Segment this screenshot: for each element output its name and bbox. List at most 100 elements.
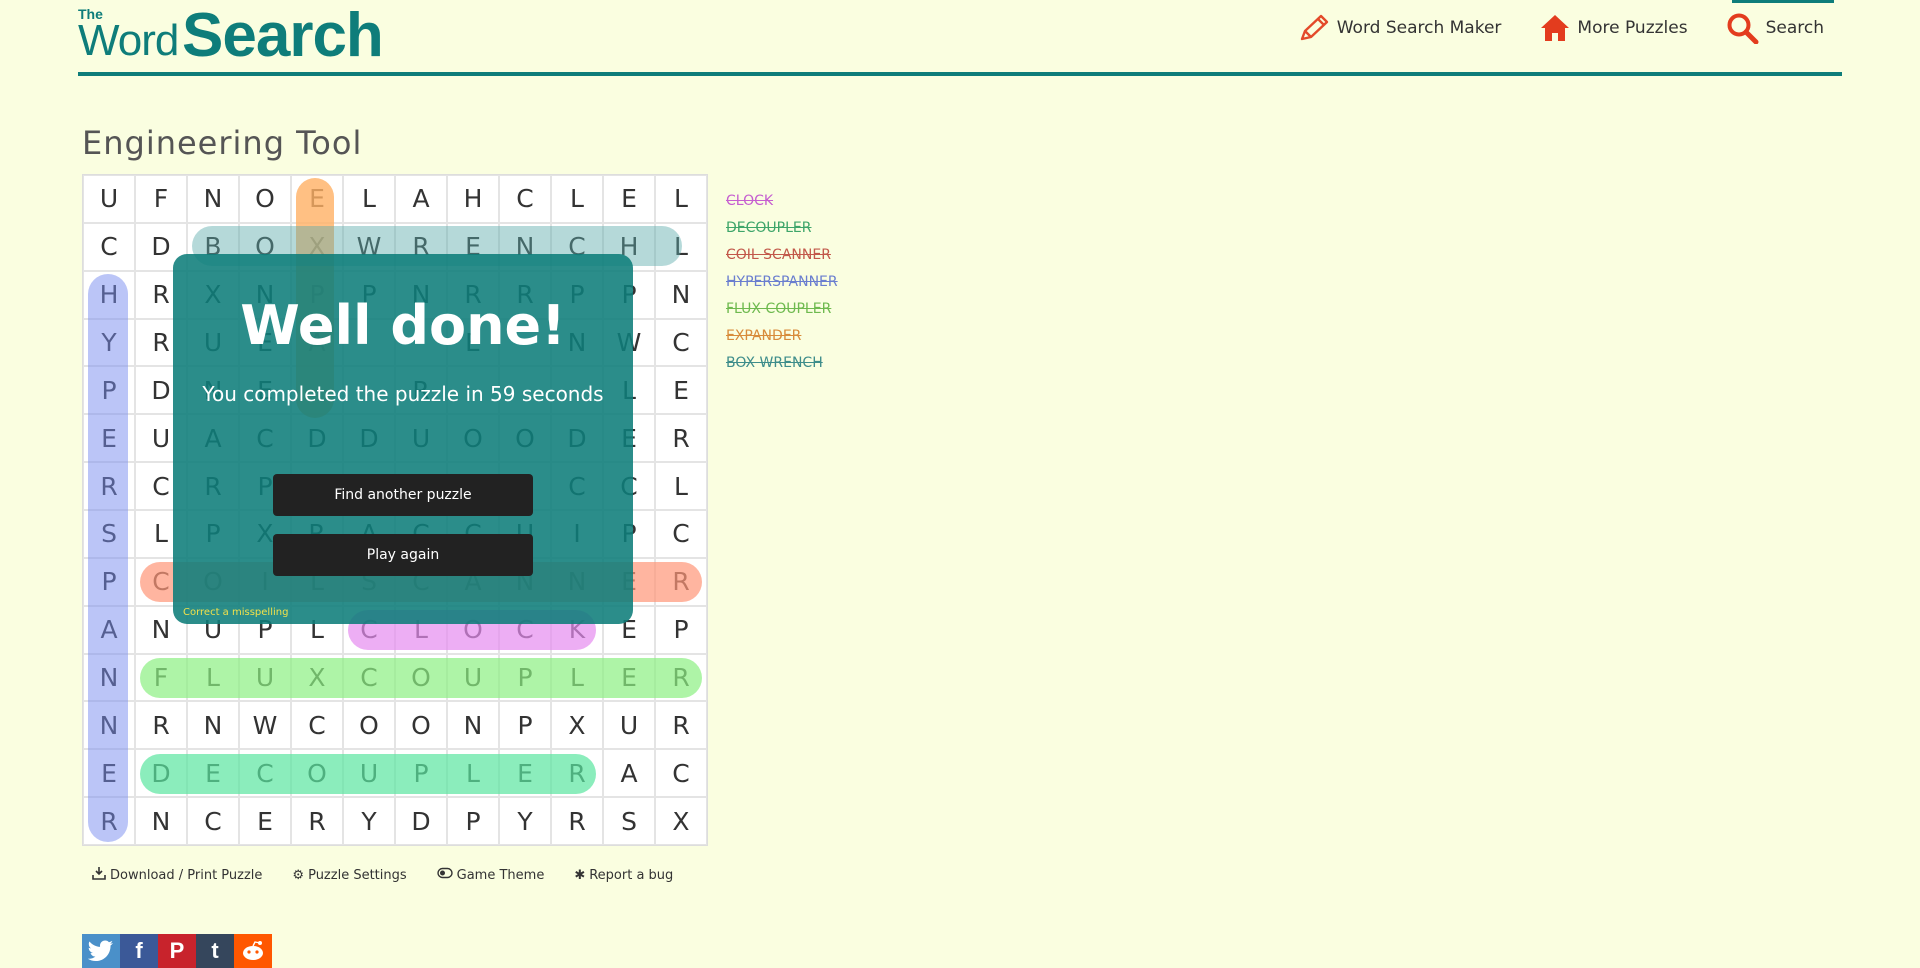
grid-cell[interactable]: O (291, 749, 343, 798)
grid-cell[interactable]: Y (499, 797, 551, 845)
grid-cell[interactable]: W (239, 701, 291, 750)
grid-cell[interactable]: H (83, 270, 135, 319)
grid-cell[interactable]: F (135, 175, 187, 223)
grid-cell[interactable]: D (135, 749, 187, 798)
grid-cell[interactable]: L (655, 175, 707, 223)
grid-cell[interactable]: N (447, 701, 499, 750)
grid-cell[interactable]: S (83, 510, 135, 558)
grid-cell[interactable]: N (187, 701, 239, 750)
reddit-icon[interactable] (234, 934, 272, 968)
grid-cell[interactable]: P (395, 749, 447, 798)
grid-cell[interactable]: L (187, 653, 239, 702)
grid-cell[interactable]: R (655, 557, 707, 606)
grid-cell[interactable]: C (655, 510, 707, 558)
correct-misspelling-link[interactable]: Correct a misspelling (183, 607, 288, 618)
grid-cell[interactable]: S (603, 797, 655, 845)
grid-cell[interactable]: R (83, 797, 135, 845)
grid-cell[interactable]: E (603, 653, 655, 702)
grid-cell[interactable]: U (447, 653, 499, 702)
grid-cell[interactable]: O (395, 701, 447, 750)
grid-cell[interactable]: L (447, 749, 499, 798)
grid-cell[interactable]: R (551, 749, 603, 798)
grid-cell[interactable]: A (395, 175, 447, 223)
grid-cell[interactable]: C (655, 749, 707, 798)
grid-cell[interactable]: X (655, 797, 707, 845)
report-bug-button[interactable]: ✱ Report a bug (574, 866, 673, 884)
grid-cell[interactable]: F (135, 653, 187, 702)
grid-cell[interactable]: R (551, 797, 603, 845)
grid-cell[interactable]: O (343, 701, 395, 750)
grid-cell[interactable]: U (239, 653, 291, 702)
grid-cell[interactable]: C (291, 701, 343, 750)
page-title: Engineering Tool (82, 124, 363, 162)
facebook-icon[interactable]: f (120, 934, 158, 968)
grid-cell[interactable]: A (603, 749, 655, 798)
grid-cell[interactable]: U (83, 175, 135, 223)
grid-cell[interactable]: O (395, 653, 447, 702)
grid-cell[interactable]: C (187, 797, 239, 845)
grid-cell[interactable]: E (655, 366, 707, 415)
grid-cell[interactable]: N (83, 701, 135, 750)
grid-cell[interactable]: C (655, 318, 707, 367)
grid-cell[interactable]: N (655, 270, 707, 319)
grid-cell[interactable]: L (655, 462, 707, 510)
grid-cell[interactable]: R (291, 797, 343, 845)
word-list-item: EXPANDER (726, 328, 802, 344)
grid-cell[interactable]: U (343, 749, 395, 798)
nav-label: Word Search Maker (1336, 18, 1502, 38)
nav-search[interactable]: Search (1726, 0, 1835, 44)
grid-cell[interactable]: R (83, 462, 135, 510)
grid-cell[interactable]: P (447, 797, 499, 845)
grid-cell[interactable]: N (135, 797, 187, 845)
grid-cell[interactable]: R (655, 701, 707, 750)
dialog-title: Well done! (240, 294, 566, 357)
grid-cell[interactable]: C (239, 749, 291, 798)
grid-cell[interactable]: E (291, 175, 343, 223)
grid-cell[interactable]: L (551, 653, 603, 702)
grid-cell[interactable]: R (655, 653, 707, 702)
twitter-icon[interactable] (82, 934, 120, 968)
tumblr-icon[interactable]: t (196, 934, 234, 968)
grid-cell[interactable]: C (343, 653, 395, 702)
grid-cell[interactable]: E (83, 749, 135, 798)
grid-cell[interactable]: Y (343, 797, 395, 845)
grid-cell[interactable]: H (447, 175, 499, 223)
grid-cell[interactable]: U (603, 701, 655, 750)
grid-cell[interactable]: E (603, 175, 655, 223)
grid-cell[interactable]: P (499, 701, 551, 750)
find-another-puzzle-button[interactable]: Find another puzzle (273, 474, 533, 516)
grid-cell[interactable]: E (83, 414, 135, 463)
nav-word-search-maker[interactable]: Word Search Maker (1297, 13, 1502, 43)
grid-cell[interactable]: L (551, 175, 603, 223)
grid-cell[interactable]: D (395, 797, 447, 845)
grid-cell[interactable]: P (499, 653, 551, 702)
grid-cell[interactable]: E (187, 749, 239, 798)
grid-cell[interactable]: A (83, 605, 135, 654)
grid-cell[interactable]: L (655, 222, 707, 271)
grid-cell[interactable]: P (83, 366, 135, 415)
grid-cell[interactable]: C (499, 175, 551, 223)
grid-cell[interactable]: R (135, 701, 187, 750)
grid-cell[interactable]: R (655, 414, 707, 463)
grid-cell[interactable]: X (551, 701, 603, 750)
game-theme-button[interactable]: Game Theme (436, 866, 544, 884)
nav-more-puzzles[interactable]: More Puzzles (1539, 13, 1688, 43)
play-again-button[interactable]: Play again (273, 534, 533, 576)
grid-cell[interactable]: E (499, 749, 551, 798)
search-icon (1726, 12, 1760, 44)
grid-cell[interactable]: X (291, 653, 343, 702)
grid-cell[interactable]: P (655, 605, 707, 654)
pinterest-icon[interactable]: P (158, 934, 196, 968)
completion-message: You completed the puzzle in 59 seconds (202, 382, 604, 406)
grid-cell[interactable]: Y (83, 318, 135, 367)
grid-cell[interactable]: N (187, 175, 239, 223)
grid-cell[interactable]: P (83, 557, 135, 606)
grid-cell[interactable]: N (83, 653, 135, 702)
download-print-button[interactable]: Download / Print Puzzle (92, 866, 262, 884)
grid-cell[interactable]: C (83, 222, 135, 271)
grid-cell[interactable]: O (239, 175, 291, 223)
word-list-item: CLOCK (726, 193, 774, 209)
puzzle-settings-button[interactable]: ⚙ Puzzle Settings (292, 866, 406, 884)
grid-cell[interactable]: L (343, 175, 395, 223)
grid-cell[interactable]: E (239, 797, 291, 845)
